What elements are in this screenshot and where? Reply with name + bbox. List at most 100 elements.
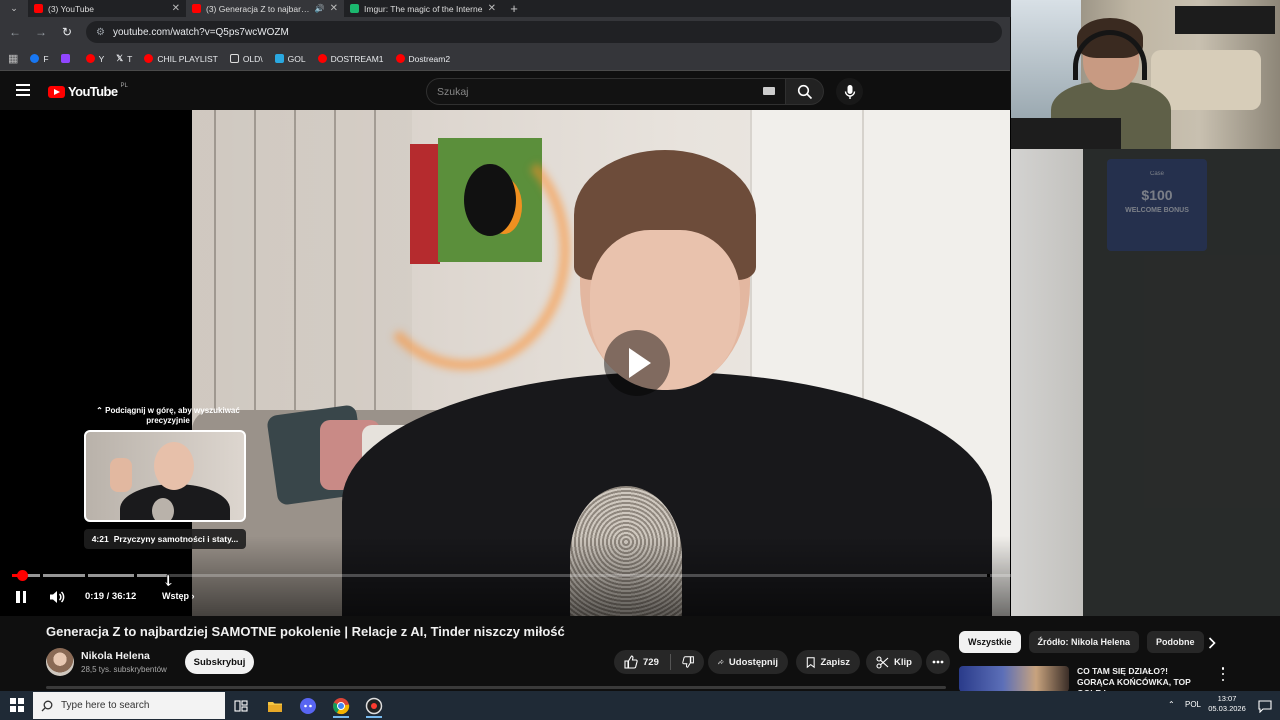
clock-date: 05.03.2026 <box>1208 704 1246 713</box>
horizontal-scrollbar[interactable] <box>46 686 946 689</box>
chips-next-button[interactable] <box>1205 636 1219 650</box>
chrome-icon[interactable] <box>330 695 352 717</box>
taskbar-search-input[interactable]: Type here to search <box>33 692 225 719</box>
chip-all[interactable]: Wszystkie <box>959 631 1021 653</box>
mouse-cursor-icon <box>164 574 173 588</box>
discord-icon[interactable] <box>297 695 319 717</box>
chip-from-channel[interactable]: Źródło: Nikola Helena <box>1028 631 1140 653</box>
taskbar-clock[interactable]: 13:07 05.03.2026 <box>1205 694 1249 714</box>
search-button[interactable] <box>786 78 824 105</box>
country-code: PL <box>120 82 128 89</box>
scrub-hint: ⌃ Podciągnij w górę, aby wyszukiwać prec… <box>96 406 240 425</box>
twitch-icon <box>60 54 70 63</box>
clock-time: 13:07 <box>1217 694 1237 703</box>
more-horizontal-icon <box>932 660 944 664</box>
site-info-icon[interactable]: ⚙ <box>96 27 105 38</box>
notifications-icon[interactable] <box>1254 695 1276 717</box>
preview-time: 4:21 <box>91 534 109 544</box>
progress-scrubber[interactable] <box>16 570 28 581</box>
stream-side-panel: Case $100 WELCOME BONUS <box>1011 149 1280 616</box>
imgur-favicon-icon <box>350 4 359 13</box>
address-toolbar: ← → ↻ ⚙ youtube.com/watch?v=Q5ps7wcWOZM <box>0 17 1010 47</box>
recommendation-thumbnail[interactable] <box>959 666 1069 692</box>
clip-button[interactable]: Klip <box>866 650 922 674</box>
chapter-divider <box>40 574 43 577</box>
tab-title: (3) YouTube <box>48 3 94 14</box>
new-tab-button[interactable]: + <box>502 0 526 17</box>
thumbs-up-icon <box>624 655 638 669</box>
browser-tab-imgur[interactable]: Imgur: The magic of the Interne ✕ <box>344 0 502 17</box>
url-text[interactable]: youtube.com/watch?v=Q5ps7wcWOZM <box>113 27 289 38</box>
thumbs-down-icon[interactable] <box>682 655 694 669</box>
close-tab-icon[interactable]: ✕ <box>172 3 180 14</box>
more-actions-button[interactable] <box>926 650 950 674</box>
speaker-icon[interactable]: 🔊 <box>315 4 325 13</box>
bookmark-dostream2[interactable]: Dostream2 <box>395 54 450 64</box>
chevron-right-icon <box>1208 637 1216 649</box>
windows-start-icon[interactable] <box>10 698 24 712</box>
youtube-icon <box>144 54 154 63</box>
recommendation-menu-button[interactable] <box>1218 667 1228 681</box>
subscribe-button[interactable]: Subskrybuj <box>185 650 254 674</box>
chapter-divider <box>987 574 990 577</box>
share-icon <box>718 659 724 665</box>
progress-loaded <box>12 574 168 577</box>
youtube-favicon-icon <box>34 4 43 13</box>
youtube-play-icon <box>48 85 65 98</box>
chapter-button[interactable]: Wstęp › <box>162 591 195 601</box>
promo-banner: Case $100 WELCOME BONUS <box>1107 159 1207 251</box>
bookmark-gol[interactable]: GOL <box>274 54 306 64</box>
taskbar-search-placeholder: Type here to search <box>61 700 150 711</box>
browser-tab-video[interactable]: (3) Generacja Z to najbardzi 🔊 ✕ <box>186 0 344 17</box>
chip-related[interactable]: Podobne <box>1147 631 1204 653</box>
tab-title: Imgur: The magic of the Interne <box>364 3 483 14</box>
bookmark-icon <box>806 656 815 668</box>
bookmark-chil-playlist[interactable]: CHIL PLAYLIST <box>144 54 218 64</box>
volume-icon <box>50 591 65 603</box>
voice-search-button[interactable] <box>836 78 863 105</box>
youtube-logo[interactable]: YouTube PL <box>48 82 128 99</box>
bookmark-youtube-y[interactable]: Y <box>85 54 104 64</box>
reload-icon[interactable]: ↻ <box>60 25 74 39</box>
search-input[interactable]: Szukaj <box>426 78 786 105</box>
recommendation-filter-chips: Wszystkie Źródło: Nikola Helena Podobne <box>959 631 1204 653</box>
back-icon[interactable]: ← <box>8 25 22 39</box>
task-view-icon[interactable] <box>230 695 252 717</box>
facebook-icon <box>30 54 40 63</box>
bookmark-dostream1[interactable]: DOSTREAM1 <box>317 54 384 64</box>
video-player[interactable]: ⌃ Podciągnij w górę, aby wyszukiwać prec… <box>0 110 1083 616</box>
channel-avatar[interactable] <box>46 648 74 676</box>
menu-icon[interactable] <box>16 84 30 96</box>
url-bar[interactable]: ⚙ youtube.com/watch?v=Q5ps7wcWOZM <box>86 21 1002 43</box>
language-indicator[interactable]: POL <box>1185 700 1201 709</box>
save-button[interactable]: Zapisz <box>796 650 860 674</box>
bookmark-folder-old[interactable]: OLD\ <box>229 54 263 64</box>
tab-search-button[interactable]: ⌄ <box>0 0 28 17</box>
close-tab-icon[interactable]: ✕ <box>488 3 496 14</box>
close-tab-icon[interactable]: ✕ <box>330 3 338 14</box>
bookmark-facebook[interactable]: F <box>30 54 49 64</box>
bookmark-twitch[interactable] <box>60 54 74 63</box>
share-button[interactable]: Udostępnij <box>708 650 788 674</box>
search-placeholder: Szukaj <box>437 85 469 98</box>
browser-tab-youtube[interactable]: (3) YouTube ✕ <box>28 0 186 17</box>
volume-button[interactable] <box>48 589 66 605</box>
channel-name[interactable]: Nikola Helena <box>81 650 150 662</box>
big-play-button[interactable] <box>604 330 670 396</box>
tray-overflow-icon[interactable]: ⌃ <box>1168 700 1175 709</box>
pause-button[interactable] <box>14 590 28 604</box>
apps-icon[interactable]: ▦ <box>8 52 18 65</box>
youtube-icon <box>395 54 405 63</box>
youtube-icon <box>85 54 95 63</box>
keyboard-icon[interactable] <box>763 87 775 95</box>
scissors-icon <box>876 655 889 669</box>
youtube-wordmark: YouTube <box>68 84 118 99</box>
like-button[interactable]: 729 <box>624 655 659 669</box>
bookmark-x[interactable]: 𝕏T <box>116 53 132 64</box>
screen-recorder-icon[interactable] <box>363 695 385 717</box>
file-explorer-icon[interactable] <box>264 695 286 717</box>
chapter-divider <box>85 574 88 577</box>
search-icon <box>797 84 812 99</box>
forward-icon[interactable]: → <box>34 25 48 39</box>
seek-preview-label: 4:21 Przyczyny samotności i staty... <box>84 529 246 549</box>
